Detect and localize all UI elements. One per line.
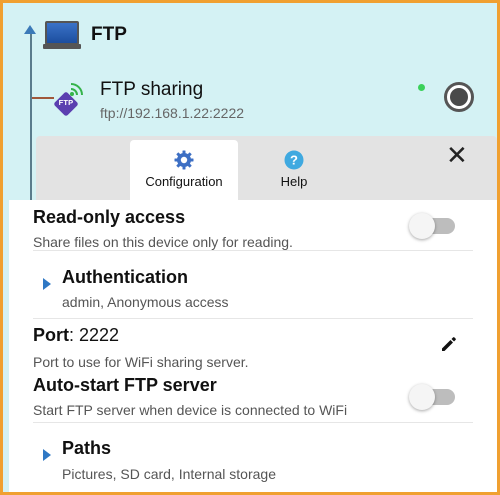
status-indicator — [418, 84, 425, 91]
read-only-subtitle: Share files on this device only for read… — [33, 234, 293, 250]
dialog-header: Configuration ? Help ✕ — [36, 136, 497, 200]
authentication-subtitle: admin, Anonymous access — [62, 294, 229, 310]
close-icon[interactable]: ✕ — [446, 142, 468, 168]
ftp-sharing-url: ftp://192.168.1.22:2222 — [100, 105, 245, 121]
tab-help-label: Help — [280, 174, 308, 189]
expand-arrow-icon — [43, 278, 51, 290]
port-subtitle: Port to use for WiFi sharing server. — [33, 354, 249, 370]
ftp-root-label: FTP — [91, 24, 127, 45]
svg-text:?: ? — [290, 153, 298, 168]
collapse-triangle-icon[interactable] — [24, 25, 36, 34]
computer-icon — [43, 19, 81, 51]
paths-subtitle: Pictures, SD card, Internal storage — [62, 466, 276, 482]
auto-start-setting[interactable]: Auto-start FTP server Start FTP server w… — [9, 372, 497, 422]
app-frame: FTP FTP FTP sharing ftp://192.168.1.22:2… — [0, 0, 500, 495]
divider — [33, 318, 473, 319]
edit-pencil-icon[interactable] — [439, 334, 459, 354]
auto-start-subtitle: Start FTP server when device is connecte… — [33, 402, 348, 418]
read-only-title: Read-only access — [33, 207, 186, 227]
auto-start-title: Auto-start FTP server — [33, 375, 217, 395]
paths-setting[interactable]: Paths Pictures, SD card, Internal storag… — [9, 430, 497, 486]
tab-configuration[interactable]: Configuration — [130, 140, 238, 200]
ftp-sharing-item[interactable]: FTP FTP sharing ftp://192.168.1.22:2222 — [51, 75, 491, 125]
authentication-setting[interactable]: Authentication admin, Anonymous access — [9, 258, 497, 314]
authentication-title: Authentication — [62, 267, 188, 287]
divider — [33, 422, 473, 423]
port-setting[interactable]: Port: 2222 Port to use for WiFi sharing … — [9, 322, 497, 372]
read-only-toggle[interactable] — [409, 213, 455, 239]
port-label: Port — [33, 325, 69, 345]
auto-start-toggle[interactable] — [409, 384, 455, 410]
gear-icon — [174, 150, 194, 170]
tree-line — [30, 31, 32, 201]
ftp-sharing-title: FTP sharing — [100, 79, 204, 100]
port-title: Port: 2222 — [33, 325, 120, 345]
sharing-radio-button[interactable] — [444, 82, 474, 112]
read-only-setting[interactable]: Read-only access Share files on this dev… — [9, 200, 497, 250]
wifi-icon — [70, 83, 83, 96]
ftp-root-node[interactable]: FTP — [43, 17, 127, 53]
help-icon: ? — [284, 150, 304, 170]
port-value: 2222 — [79, 325, 120, 345]
tab-configuration-label: Configuration — [145, 174, 223, 189]
settings-panel: Read-only access Share files on this dev… — [9, 200, 497, 492]
divider — [33, 250, 473, 251]
paths-title: Paths — [62, 438, 112, 458]
expand-arrow-icon — [43, 449, 51, 461]
tab-help[interactable]: ? Help — [254, 140, 334, 200]
